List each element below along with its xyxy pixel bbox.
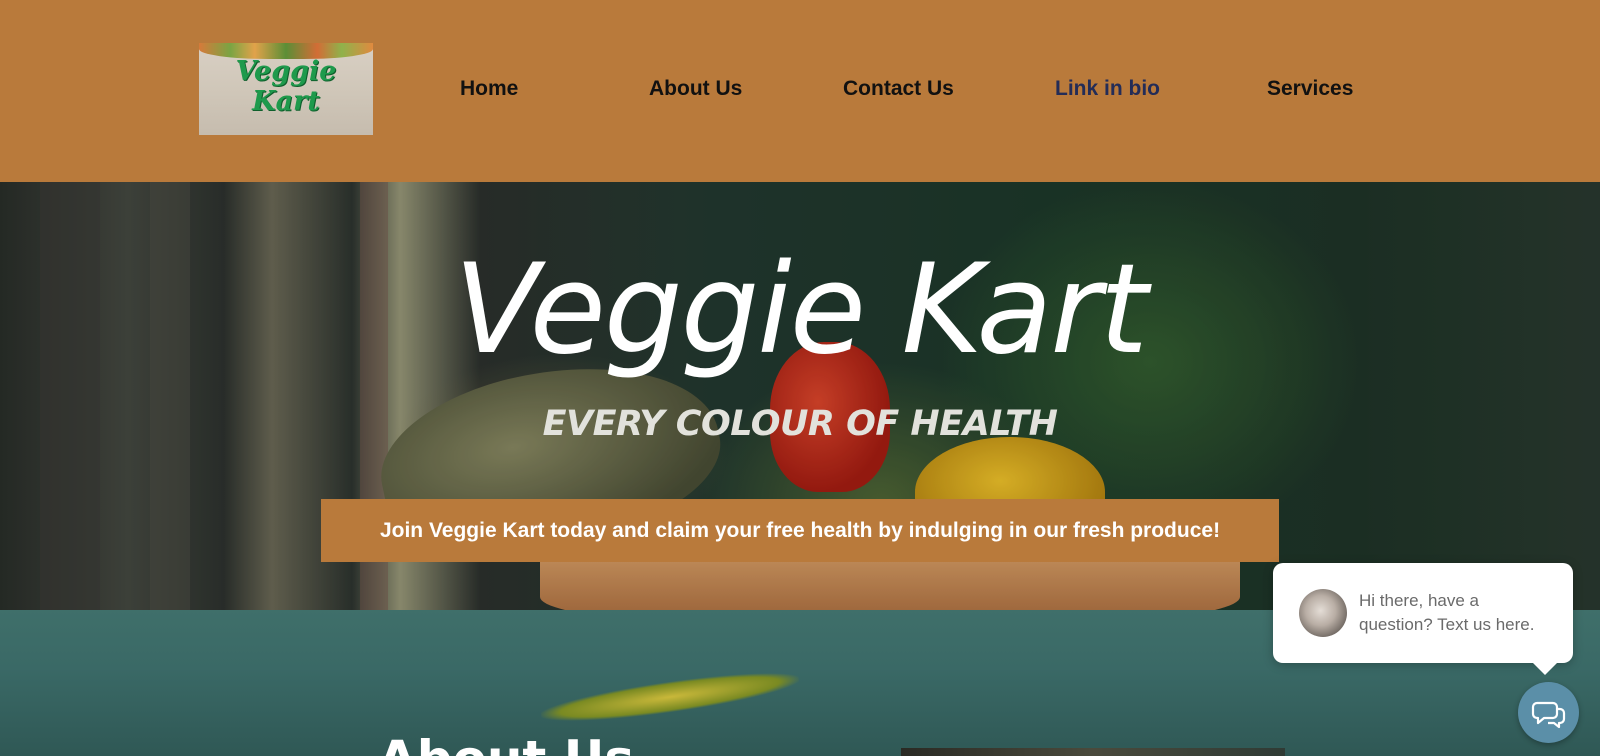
chat-prompt-bubble[interactable]: Hi there, have a question? Text us here. xyxy=(1273,563,1573,675)
site-header: Veggie Kart Home About Us Contact Us Lin… xyxy=(0,0,1600,182)
main-nav: Home About Us Contact Us Link in bio Ser… xyxy=(0,72,1600,106)
chat-open-button[interactable] xyxy=(1518,682,1579,743)
nav-item-contact-us[interactable]: Contact Us xyxy=(843,72,954,106)
about-image xyxy=(901,748,1285,756)
chat-prompt-text: Hi there, have a question? Text us here. xyxy=(1359,591,1535,634)
hero-title: Veggie Kart xyxy=(454,238,1148,382)
hero-subtitle: EVERY COLOUR OF HEALTH xyxy=(542,404,1058,444)
chat-agent-avatar xyxy=(1299,589,1347,637)
nav-item-home[interactable]: Home xyxy=(460,72,518,106)
nav-item-about-us[interactable]: About Us xyxy=(649,72,742,106)
chat-bubbles-icon xyxy=(1531,701,1566,729)
about-heading: About Us xyxy=(378,730,634,756)
nav-item-link-in-bio[interactable]: Link in bio xyxy=(1055,72,1160,106)
hero-section: Veggie Kart EVERY COLOUR OF HEALTH Join … xyxy=(0,182,1600,610)
about-branch-decoration xyxy=(539,664,801,730)
join-cta-button[interactable]: Join Veggie Kart today and claim your fr… xyxy=(321,499,1279,562)
nav-item-services[interactable]: Services xyxy=(1267,72,1353,106)
